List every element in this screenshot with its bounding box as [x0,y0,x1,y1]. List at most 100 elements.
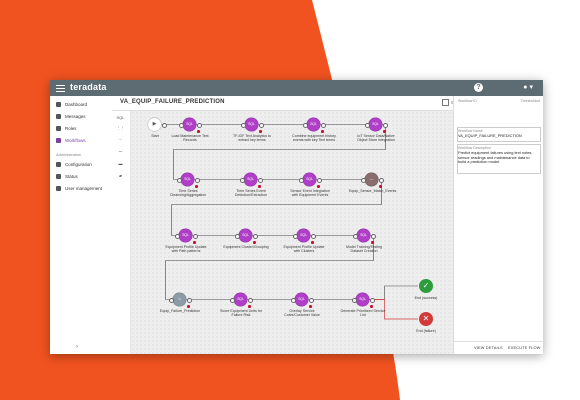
sidebar-item-label: Configuration [65,162,92,167]
workflow-node-n15[interactable]: SQL [295,293,308,306]
node-output-port[interactable] [378,178,384,183]
node-output-port[interactable] [257,178,263,183]
sidebar-item-label: User management [65,186,103,191]
palette-chart-icon[interactable]: 〜 [116,149,125,155]
workflow-node-label: Overlay Service Costs/Customer Value [284,309,320,318]
workflow-canvas[interactable]: ▶ Start SQL Load Maintenance Text Records SQ… [131,111,453,354]
node-output-port[interactable] [258,123,264,128]
workflow-name-value: VA_EQUIP_FAILURE_PREDICTION [458,133,522,138]
workflow-node-n5[interactable]: SQL [181,173,194,186]
node-input-port[interactable] [365,123,370,128]
node-output-port[interactable] [310,234,316,239]
workflow-node-n11[interactable]: SQL [297,229,310,242]
node-input-port[interactable] [352,298,357,303]
node-input-port[interactable] [361,178,366,183]
details-panel: Workflow ID Thresholded Workflow Name VA… [453,96,543,354]
palette-sql-item[interactable]: SQL [116,115,125,120]
workflow-node-n10[interactable]: SQL [239,229,252,242]
workflow-node-label: Load Maintenance Text Records [171,134,209,143]
view-details-button[interactable]: VIEW DETAILS [474,345,503,350]
node-input-port[interactable] [230,298,235,303]
sidebar-item-label: Roles [65,126,77,131]
sidebar-item-workflows[interactable]: Workflows [56,138,86,143]
node-input-port[interactable] [179,123,184,128]
execute-flow-button[interactable]: EXECUTE FLOW [508,345,541,350]
node-input-port[interactable] [353,234,358,239]
workflow-node-n12[interactable]: SQL [357,229,370,242]
node-input-port[interactable] [291,298,296,303]
palette-folder-icon[interactable]: ▰ [116,173,125,178]
node-output-port[interactable] [320,123,326,128]
sidebar-item-label: Dashboard [65,102,88,107]
node-input-port[interactable] [241,123,246,128]
workflow-node-n3[interactable]: SQL [307,118,320,131]
node-output-port[interactable] [192,234,198,239]
workflow-node-n9[interactable]: SQL [179,229,192,242]
collapse-sidebar-button[interactable]: › [76,344,78,350]
node-input-port[interactable] [169,298,174,303]
node-output-port[interactable] [252,234,258,239]
error-indicator [383,130,386,133]
workflow-node-n16[interactable]: SQL [356,293,369,306]
node-input-port[interactable] [177,178,182,183]
workflow-node-n7[interactable]: SQL [303,173,316,186]
node-output-port[interactable] [370,234,376,239]
workflow-node-n8[interactable]: — [365,173,378,186]
sidebar-item-user-management[interactable]: User management [56,186,102,191]
workflow-node-n4[interactable]: SQL [369,118,382,131]
sidebar-item-messages[interactable]: Messages [56,114,86,119]
node-output-port[interactable] [194,178,200,183]
node-output-port[interactable] [316,178,322,183]
workflow-node-n2[interactable]: SQL [245,118,258,131]
node-input-port[interactable] [293,234,298,239]
workflow-node-bad[interactable]: ✕ [419,312,433,326]
node-input-port[interactable] [240,178,245,183]
flow-icon [56,138,61,143]
tab-thresholded[interactable]: Thresholded [521,99,540,103]
error-indicator [371,241,374,244]
sidebar-item-roles[interactable]: Roles [56,126,77,131]
user-menu[interactable]: ● ▾ [523,83,533,91]
node-output-port[interactable] [161,123,167,128]
palette-script-icon[interactable]: ⋮⋮ [116,125,125,130]
error-indicator [187,305,190,308]
sidebar-item-label: Workflows [65,138,86,143]
tab-workflow-id[interactable]: Workflow ID [458,99,477,103]
workflow-node-n1[interactable]: SQL [183,118,196,131]
node-output-port[interactable] [369,298,375,303]
workflow-node-label: Score Equipment Units for Failure Risk [220,309,262,318]
node-input-port[interactable] [303,123,308,128]
key-icon [56,126,61,131]
checkbox[interactable] [442,99,449,106]
node-output-port[interactable] [186,298,192,303]
node-output-port[interactable] [308,298,314,303]
workflow-node-label: Equipment Profile Update with Path patte… [165,245,207,254]
sidebar: Dashboard Messages Roles Workflows Admin… [50,96,113,354]
workflow-node-label: Time Series Cleansing/Aggregation [169,189,207,198]
user-icon: ● [523,84,528,91]
node-input-port[interactable] [299,178,304,183]
workflow-node-n14[interactable]: SQL [234,293,247,306]
workflow-node-start[interactable]: ▶ [148,118,161,131]
workflow-node-ok[interactable]: ✓ [419,279,433,293]
workflow-node-n6[interactable]: SQL [244,173,257,186]
sidebar-item-label: Messages [65,114,86,119]
node-input-port[interactable] [235,234,240,239]
node-palette: SQL ⋮⋮ ⋯ 〜 ▬ ▰ [112,111,131,354]
menu-icon[interactable] [56,83,65,93]
palette-mail-icon[interactable]: ▬ [116,161,125,166]
node-output-port[interactable] [196,123,202,128]
workflow-node-label: IoT Sensor Data/Native Object Store inte… [357,134,395,143]
workflow-node-label: Generate Prioritized Service List [340,309,386,318]
sidebar-item-configuration[interactable]: Configuration [56,162,92,167]
node-input-port[interactable] [175,234,180,239]
workflow-node-n13[interactable]: ∿ [173,293,186,306]
sidebar-item-status[interactable]: Status [56,174,78,179]
sidebar-item-dashboard[interactable]: Dashboard [56,102,87,107]
error-indicator [258,185,261,188]
node-output-port[interactable] [247,298,253,303]
palette-pipeline-icon[interactable]: ⋯ [116,137,125,142]
help-icon[interactable]: ? [474,83,483,92]
node-output-port[interactable] [382,123,388,128]
workflow-node-label: Equip_Failure_Prediction [159,309,201,313]
